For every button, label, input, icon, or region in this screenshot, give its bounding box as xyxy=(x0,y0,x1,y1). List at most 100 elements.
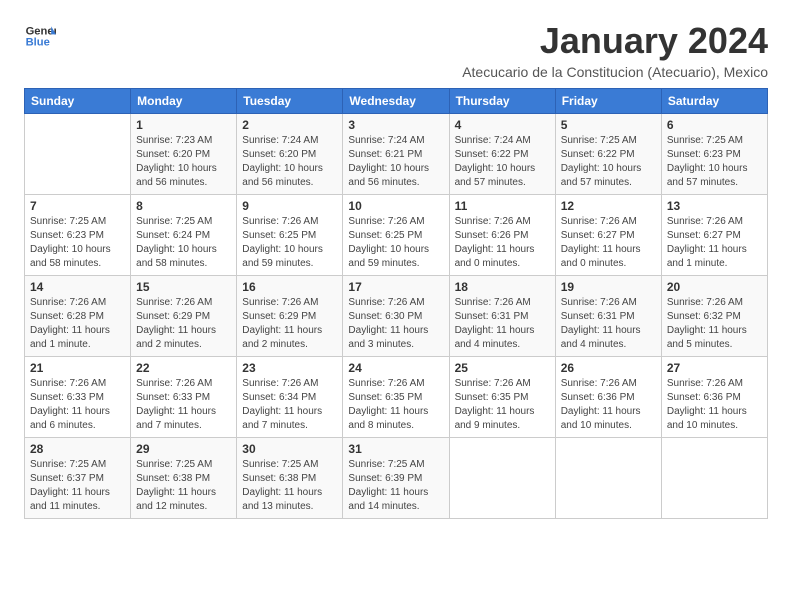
calendar-cell xyxy=(661,438,767,519)
calendar-cell xyxy=(449,438,555,519)
day-info: Sunrise: 7:26 AM Sunset: 6:26 PM Dayligh… xyxy=(455,215,550,271)
calendar-cell: 12 Sunrise: 7:26 AM Sunset: 6:27 PM Dayli… xyxy=(555,195,661,276)
day-info: Sunrise: 7:26 AM Sunset: 6:31 PM Dayligh… xyxy=(561,296,656,352)
day-info: Sunrise: 7:24 AM Sunset: 6:21 PM Dayligh… xyxy=(348,134,443,190)
calendar-cell: 13 Sunrise: 7:26 AM Sunset: 6:27 PM Dayli… xyxy=(661,195,767,276)
svg-text:Blue: Blue xyxy=(26,37,50,49)
day-info: Sunrise: 7:26 AM Sunset: 6:35 PM Dayligh… xyxy=(455,377,550,433)
day-info: Sunrise: 7:25 AM Sunset: 6:39 PM Dayligh… xyxy=(348,458,443,514)
calendar-cell: 25 Sunrise: 7:26 AM Sunset: 6:35 PM Dayli… xyxy=(449,357,555,438)
calendar-cell: 17 Sunrise: 7:26 AM Sunset: 6:30 PM Dayli… xyxy=(343,276,449,357)
calendar-cell: 7Sunrise: 7:25 AM Sunset: 6:23 PM Daylig… xyxy=(25,195,131,276)
calendar-cell: 28Sunrise: 7:25 AM Sunset: 6:37 PM Dayli… xyxy=(25,438,131,519)
day-number: 28 xyxy=(30,442,125,456)
day-info: Sunrise: 7:26 AM Sunset: 6:30 PM Dayligh… xyxy=(348,296,443,352)
calendar-cell: 2 Sunrise: 7:24 AM Sunset: 6:20 PM Daylig… xyxy=(237,114,343,195)
weekday-header-tuesday: Tuesday xyxy=(237,89,343,114)
day-number: 19 xyxy=(561,280,656,294)
weekday-header-monday: Monday xyxy=(131,89,237,114)
day-info: Sunrise: 7:25 AM Sunset: 6:23 PM Dayligh… xyxy=(667,134,762,190)
week-row-3: 14 Sunrise: 7:26 AM Sunset: 6:28 PM Dayli… xyxy=(25,276,768,357)
calendar-cell: 22 Sunrise: 7:26 AM Sunset: 6:33 PM Dayli… xyxy=(131,357,237,438)
day-number: 7 xyxy=(30,199,125,213)
day-number: 24 xyxy=(348,361,443,375)
day-number: 8 xyxy=(136,199,231,213)
calendar-cell: 9Sunrise: 7:26 AM Sunset: 6:25 PM Daylig… xyxy=(237,195,343,276)
weekday-header-sunday: Sunday xyxy=(25,89,131,114)
week-row-5: 28Sunrise: 7:25 AM Sunset: 6:37 PM Dayli… xyxy=(25,438,768,519)
day-number: 11 xyxy=(455,199,550,213)
day-number: 29 xyxy=(136,442,231,456)
day-number: 14 xyxy=(30,280,125,294)
day-info: Sunrise: 7:24 AM Sunset: 6:22 PM Dayligh… xyxy=(455,134,550,190)
day-info: Sunrise: 7:25 AM Sunset: 6:24 PM Dayligh… xyxy=(136,215,231,271)
day-info: Sunrise: 7:26 AM Sunset: 6:29 PM Dayligh… xyxy=(136,296,231,352)
weekday-header-friday: Friday xyxy=(555,89,661,114)
day-number: 23 xyxy=(242,361,337,375)
day-number: 27 xyxy=(667,361,762,375)
weekday-header-thursday: Thursday xyxy=(449,89,555,114)
day-number: 17 xyxy=(348,280,443,294)
weekday-header-row: SundayMondayTuesdayWednesdayThursdayFrid… xyxy=(25,89,768,114)
day-number: 26 xyxy=(561,361,656,375)
day-number: 4 xyxy=(455,118,550,132)
day-info: Sunrise: 7:26 AM Sunset: 6:36 PM Dayligh… xyxy=(667,377,762,433)
logo-icon: General Blue xyxy=(24,20,56,52)
subtitle: Atecucario de la Constitucion (Atecuario… xyxy=(462,64,768,80)
day-number: 1 xyxy=(136,118,231,132)
calendar-cell: 16 Sunrise: 7:26 AM Sunset: 6:29 PM Dayli… xyxy=(237,276,343,357)
calendar-cell: 21Sunrise: 7:26 AM Sunset: 6:33 PM Dayli… xyxy=(25,357,131,438)
week-row-4: 21Sunrise: 7:26 AM Sunset: 6:33 PM Dayli… xyxy=(25,357,768,438)
day-info: Sunrise: 7:23 AM Sunset: 6:20 PM Dayligh… xyxy=(136,134,231,190)
day-info: Sunrise: 7:25 AM Sunset: 6:38 PM Dayligh… xyxy=(242,458,337,514)
calendar-cell: 1 Sunrise: 7:23 AM Sunset: 6:20 PM Daylig… xyxy=(131,114,237,195)
day-number: 2 xyxy=(242,118,337,132)
day-info: Sunrise: 7:26 AM Sunset: 6:32 PM Dayligh… xyxy=(667,296,762,352)
day-info: Sunrise: 7:26 AM Sunset: 6:31 PM Dayligh… xyxy=(455,296,550,352)
calendar-cell: 15Sunrise: 7:26 AM Sunset: 6:29 PM Dayli… xyxy=(131,276,237,357)
calendar-cell: 4 Sunrise: 7:24 AM Sunset: 6:22 PM Daylig… xyxy=(449,114,555,195)
calendar-cell: 10Sunrise: 7:26 AM Sunset: 6:25 PM Dayli… xyxy=(343,195,449,276)
day-info: Sunrise: 7:26 AM Sunset: 6:25 PM Dayligh… xyxy=(242,215,337,271)
calendar-table: SundayMondayTuesdayWednesdayThursdayFrid… xyxy=(24,88,768,519)
calendar-cell: 6 Sunrise: 7:25 AM Sunset: 6:23 PM Daylig… xyxy=(661,114,767,195)
day-info: Sunrise: 7:26 AM Sunset: 6:33 PM Dayligh… xyxy=(30,377,125,433)
calendar-cell: 11 Sunrise: 7:26 AM Sunset: 6:26 PM Dayli… xyxy=(449,195,555,276)
header: General Blue January 2024 Atecucario de … xyxy=(24,20,768,80)
day-number: 5 xyxy=(561,118,656,132)
day-number: 13 xyxy=(667,199,762,213)
day-number: 12 xyxy=(561,199,656,213)
day-info: Sunrise: 7:26 AM Sunset: 6:25 PM Dayligh… xyxy=(348,215,443,271)
calendar-cell: 3Sunrise: 7:24 AM Sunset: 6:21 PM Daylig… xyxy=(343,114,449,195)
day-info: Sunrise: 7:26 AM Sunset: 6:27 PM Dayligh… xyxy=(667,215,762,271)
calendar-cell: 30 Sunrise: 7:25 AM Sunset: 6:38 PM Dayli… xyxy=(237,438,343,519)
day-info: Sunrise: 7:26 AM Sunset: 6:27 PM Dayligh… xyxy=(561,215,656,271)
calendar-cell: 31Sunrise: 7:25 AM Sunset: 6:39 PM Dayli… xyxy=(343,438,449,519)
day-number: 18 xyxy=(455,280,550,294)
calendar-cell: 29Sunrise: 7:25 AM Sunset: 6:38 PM Dayli… xyxy=(131,438,237,519)
calendar-cell: 8 Sunrise: 7:25 AM Sunset: 6:24 PM Daylig… xyxy=(131,195,237,276)
day-number: 16 xyxy=(242,280,337,294)
week-row-2: 7Sunrise: 7:25 AM Sunset: 6:23 PM Daylig… xyxy=(25,195,768,276)
day-info: Sunrise: 7:24 AM Sunset: 6:20 PM Dayligh… xyxy=(242,134,337,190)
day-number: 20 xyxy=(667,280,762,294)
calendar-cell: 14 Sunrise: 7:26 AM Sunset: 6:28 PM Dayli… xyxy=(25,276,131,357)
day-number: 22 xyxy=(136,361,231,375)
calendar-cell: 18 Sunrise: 7:26 AM Sunset: 6:31 PM Dayli… xyxy=(449,276,555,357)
day-info: Sunrise: 7:26 AM Sunset: 6:34 PM Dayligh… xyxy=(242,377,337,433)
day-number: 25 xyxy=(455,361,550,375)
weekday-header-saturday: Saturday xyxy=(661,89,767,114)
weekday-header-wednesday: Wednesday xyxy=(343,89,449,114)
calendar-cell xyxy=(25,114,131,195)
day-number: 30 xyxy=(242,442,337,456)
day-info: Sunrise: 7:26 AM Sunset: 6:36 PM Dayligh… xyxy=(561,377,656,433)
calendar-cell: 26 Sunrise: 7:26 AM Sunset: 6:36 PM Dayli… xyxy=(555,357,661,438)
calendar-cell: 23 Sunrise: 7:26 AM Sunset: 6:34 PM Dayli… xyxy=(237,357,343,438)
day-number: 6 xyxy=(667,118,762,132)
week-row-1: 1 Sunrise: 7:23 AM Sunset: 6:20 PM Daylig… xyxy=(25,114,768,195)
calendar-cell xyxy=(555,438,661,519)
day-info: Sunrise: 7:26 AM Sunset: 6:29 PM Dayligh… xyxy=(242,296,337,352)
day-info: Sunrise: 7:26 AM Sunset: 6:28 PM Dayligh… xyxy=(30,296,125,352)
day-info: Sunrise: 7:26 AM Sunset: 6:33 PM Dayligh… xyxy=(136,377,231,433)
month-title: January 2024 xyxy=(462,20,768,62)
